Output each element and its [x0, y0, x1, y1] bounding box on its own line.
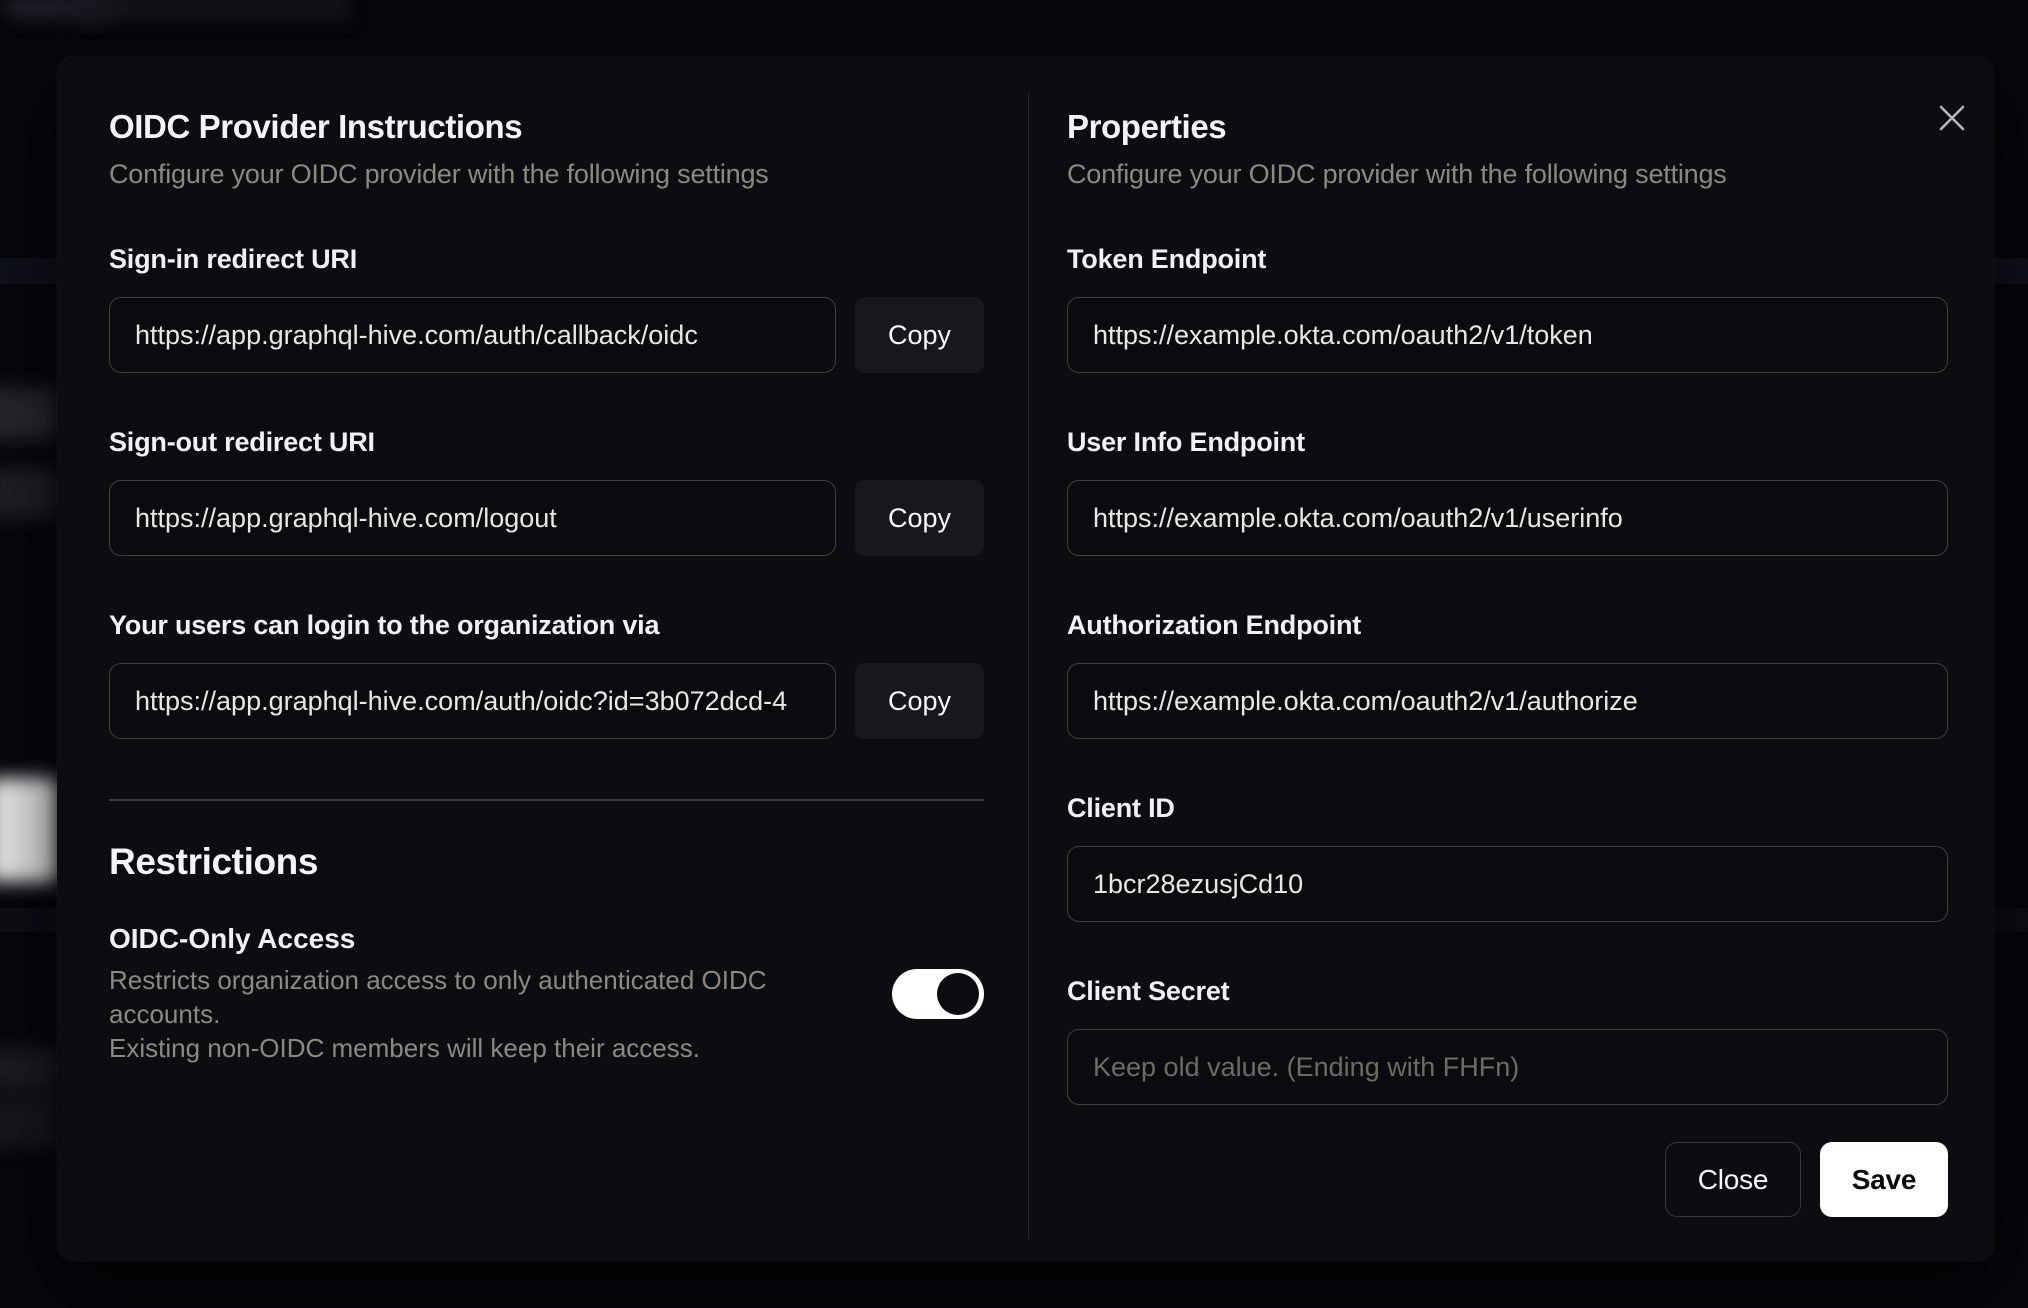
copy-login-url-button[interactable]: Copy	[855, 663, 984, 739]
backdrop-blur-shape	[0, 388, 58, 440]
backdrop-blur-shape	[0, 1048, 60, 1092]
backdrop-blur-shape	[70, 0, 350, 20]
sign-out-redirect-row: Copy	[109, 480, 984, 556]
token-endpoint-input[interactable]	[1067, 297, 1948, 373]
token-endpoint-label: Token Endpoint	[1067, 244, 1267, 274]
modal-footer: Close Save	[1067, 1142, 1948, 1217]
oidc-only-access-label: OIDC-Only Access	[109, 923, 356, 954]
sign-out-redirect-label: Sign-out redirect URI	[109, 427, 375, 457]
description-line-2: Existing non-OIDC members will keep thei…	[109, 1033, 700, 1063]
backdrop-blur-button	[0, 778, 58, 882]
client-secret-row	[1067, 1029, 1948, 1105]
sign-in-redirect-label: Sign-in redirect URI	[109, 244, 358, 274]
oidc-only-access-row: OIDC-Only Access Restricts organization …	[109, 923, 984, 1065]
copy-sign-in-button[interactable]: Copy	[855, 297, 984, 373]
oidc-only-access-text: OIDC-Only Access Restricts organization …	[109, 923, 849, 1065]
authorization-endpoint-label: Authorization Endpoint	[1067, 610, 1362, 640]
sign-in-redirect-row: Copy	[109, 297, 984, 373]
authorization-endpoint-input[interactable]	[1067, 663, 1948, 739]
client-secret-input[interactable]	[1067, 1029, 1948, 1105]
instructions-column: OIDC Provider Instructions Configure you…	[109, 56, 984, 1065]
login-url-input[interactable]	[109, 663, 836, 739]
backdrop-blur-shape	[6, 0, 116, 18]
close-button[interactable]: Close	[1665, 1142, 1801, 1217]
section-divider	[109, 799, 984, 801]
token-endpoint-row	[1067, 297, 1948, 373]
oidc-settings-modal: OIDC Provider Instructions Configure you…	[57, 56, 1994, 1261]
properties-title: Properties	[1067, 108, 1227, 145]
instructions-subtitle: Configure your OIDC provider with the fo…	[109, 159, 769, 189]
save-button[interactable]: Save	[1820, 1142, 1948, 1217]
sign-in-redirect-input[interactable]	[109, 297, 836, 373]
sign-out-redirect-input[interactable]	[109, 480, 836, 556]
restrictions-title: Restrictions	[109, 841, 319, 882]
client-id-row	[1067, 846, 1948, 922]
oidc-only-access-toggle[interactable]	[892, 969, 984, 1019]
login-url-row: Copy	[109, 663, 984, 739]
user-info-endpoint-row	[1067, 480, 1948, 556]
client-secret-label: Client Secret	[1067, 976, 1230, 1006]
user-info-endpoint-input[interactable]	[1067, 480, 1948, 556]
client-id-input[interactable]	[1067, 846, 1948, 922]
instructions-title: OIDC Provider Instructions	[109, 108, 523, 145]
authorization-endpoint-row	[1067, 663, 1948, 739]
copy-sign-out-button[interactable]: Copy	[855, 480, 984, 556]
toggle-knob	[937, 973, 979, 1015]
properties-subtitle: Configure your OIDC provider with the fo…	[1067, 159, 1727, 189]
client-id-label: Client ID	[1067, 793, 1175, 823]
column-divider	[1028, 92, 1029, 1239]
backdrop-blur-shape	[0, 468, 58, 518]
backdrop-blur-shape	[0, 1096, 60, 1148]
user-info-endpoint-label: User Info Endpoint	[1067, 427, 1305, 457]
oidc-only-access-description: Restricts organization access to only au…	[109, 963, 849, 1065]
description-line-1: Restricts organization access to only au…	[109, 965, 767, 1029]
login-url-label: Your users can login to the organization…	[109, 610, 660, 640]
properties-column: Properties Configure your OIDC provider …	[1067, 56, 1948, 1217]
